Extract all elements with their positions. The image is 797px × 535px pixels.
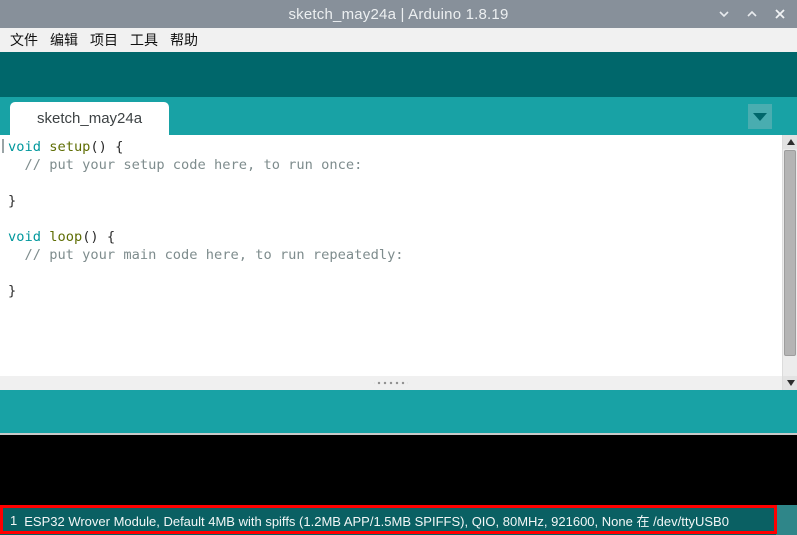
triangle-up-icon: [787, 139, 795, 145]
window-controls: [713, 0, 791, 28]
statusbar-corner: [776, 505, 797, 535]
scroll-up-button[interactable]: [783, 135, 797, 149]
maximize-button[interactable]: [741, 3, 763, 25]
board-port-info: ESP32 Wrover Module, Default 4MB with sp…: [24, 511, 729, 530]
code-line: }: [8, 192, 778, 210]
code-editor[interactable]: void setup() { // put your setup code he…: [0, 135, 797, 390]
toolbar: [0, 52, 797, 97]
menu-help[interactable]: 帮助: [164, 28, 204, 52]
tab-list-button[interactable]: [748, 104, 772, 129]
code-line: [8, 210, 778, 228]
scrollbar-thumb[interactable]: [784, 150, 796, 356]
code-line: [8, 174, 778, 192]
tabbar: sketch_may24a: [0, 97, 797, 135]
line-number: 1: [10, 513, 17, 528]
statusbar: 1 ESP32 Wrover Module, Default 4MB with …: [0, 505, 797, 535]
code-line: [8, 264, 778, 282]
console-output[interactable]: [0, 435, 797, 505]
arduino-ide-window: sketch_may24a | Arduino 1.8.19 文件 编辑 项目: [0, 0, 797, 535]
chevron-down-icon: [753, 113, 767, 121]
window-title: sketch_may24a | Arduino 1.8.19: [288, 6, 508, 23]
minimize-button[interactable]: [713, 3, 735, 25]
tab-sketch-may24a[interactable]: sketch_may24a: [10, 102, 169, 135]
code-line: // put your main code here, to run repea…: [8, 246, 778, 264]
editor-scrollbar[interactable]: [782, 135, 797, 390]
chevron-down-icon: [718, 8, 730, 20]
status-message-bar: [0, 390, 797, 435]
menubar: 文件 编辑 项目 工具 帮助: [0, 28, 797, 52]
code-lines[interactable]: void setup() { // put your setup code he…: [0, 135, 782, 376]
menu-sketch[interactable]: 项目: [84, 28, 124, 52]
code-line: }: [8, 282, 778, 300]
code-line: void setup() {: [8, 138, 778, 156]
menu-file[interactable]: 文件: [4, 28, 44, 52]
console-splitter[interactable]: [0, 376, 782, 390]
code-line: // put your setup code here, to run once…: [8, 156, 778, 174]
close-button[interactable]: [769, 3, 791, 25]
chevron-up-icon: [746, 8, 758, 20]
menu-tools[interactable]: 工具: [124, 28, 164, 52]
scroll-down-button[interactable]: [783, 376, 797, 390]
code-line: void loop() {: [8, 228, 778, 246]
titlebar[interactable]: sketch_may24a | Arduino 1.8.19: [0, 0, 797, 28]
triangle-down-icon: [787, 380, 795, 386]
menu-edit[interactable]: 编辑: [44, 28, 84, 52]
close-icon: [774, 8, 786, 20]
splitter-grip-icon: [374, 381, 408, 385]
